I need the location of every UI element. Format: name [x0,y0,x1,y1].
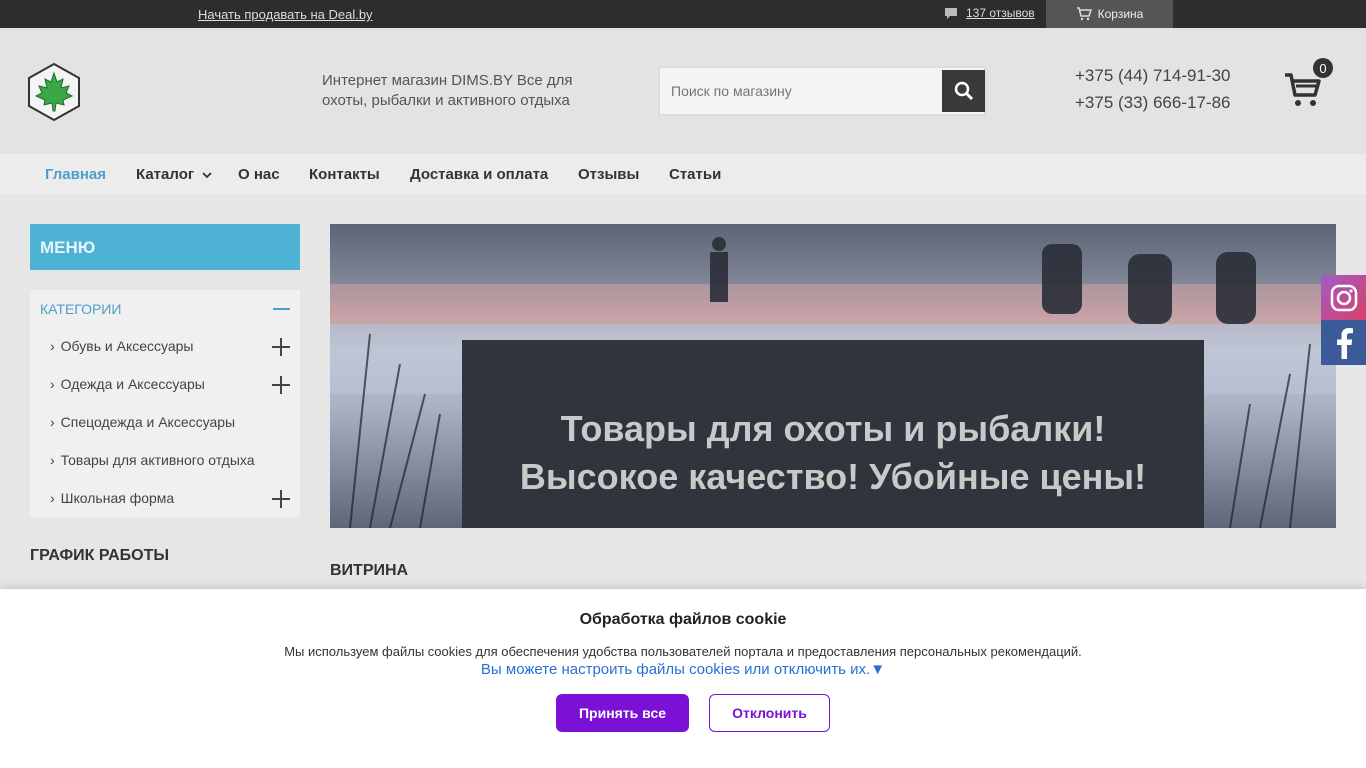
main-nav: Главная Каталог О нас Контакты Доставка … [0,154,1366,194]
comment-icon [945,7,957,19]
banner-subheadline: Высокое качество! Убойные цены! [519,456,1147,497]
categories-title[interactable]: КАТЕГОРИИ [40,301,121,317]
schedule-title: ГРАФИК РАБОТЫ [30,547,170,564]
category-label: Спецодежда и Аксессуары [60,414,236,430]
hero-banner[interactable]: Товары для охоты и рыбалки! Высокое каче… [330,224,1336,528]
search-icon [954,81,973,101]
maple-leaf-logo[interactable] [28,63,80,121]
arrow-icon: › [50,414,55,430]
reviews-link-label: 137 отзывов [966,6,1035,20]
arrow-icon: › [50,338,55,354]
cart-icon [1285,73,1321,106]
category-label: Обувь и Аксессуары [60,338,194,354]
showcase-title: ВИТРИНА [330,562,409,579]
category-item[interactable]: › Спецодежда и Аксессуары [50,414,290,434]
category-label: Одежда и Аксессуары [60,376,205,392]
category-item[interactable]: › Школьная форма [50,490,290,510]
nav-contacts[interactable]: Контакты [309,166,380,183]
facebook-button[interactable] [1321,320,1366,365]
arrow-icon: › [50,452,55,468]
top-bar: Начать продавать на Deal.by 137 отзывов … [0,0,1366,28]
nav-delivery[interactable]: Доставка и оплата [410,166,548,183]
nav-about[interactable]: О нас [238,166,280,183]
menu-header: МЕНЮ [30,224,300,270]
site-header: Интернет магазин DIMS.BY Все для охоты, … [0,28,1366,154]
cookie-settings-link[interactable]: Вы можете настроить файлы cookies или от… [0,661,1366,678]
instagram-icon [1330,284,1357,311]
start-selling-link[interactable]: Начать продавать на Deal.by [198,7,373,22]
chevron-down-icon [202,171,212,178]
instagram-button[interactable] [1321,275,1366,320]
nav-reviews[interactable]: Отзывы [578,166,639,183]
cookie-title: Обработка файлов cookie [579,611,787,628]
header-cart[interactable]: 0 [1284,58,1333,112]
facebook-icon [1336,327,1353,359]
category-item[interactable]: › Одежда и Аксессуары [50,376,290,396]
cart-count-badge: 0 [1313,58,1333,78]
top-cart-label: Корзина [1097,7,1144,21]
cookie-banner: Обработка файлов cookie Мы используем фа… [0,589,1366,768]
phone-numbers: +375 (44) 714-91-30 +375 (33) 666-17-86 [1075,62,1230,116]
arrow-icon: › [50,376,55,392]
expand-icon[interactable] [272,490,290,508]
nav-catalog[interactable]: Каталог [136,166,212,183]
arrow-icon: › [50,490,55,506]
category-item[interactable]: › Обувь и Аксессуары [50,338,290,358]
category-label: Школьная форма [60,490,175,506]
top-cart-button[interactable]: Корзина [1046,0,1173,28]
cookie-text: Мы используем файлы cookies для обеспече… [284,644,1082,659]
banner-headline: Товары для охоты и рыбалки! [560,408,1106,449]
search-box [658,66,986,116]
search-input[interactable] [660,68,942,114]
collapse-icon[interactable] [273,308,290,310]
nav-articles[interactable]: Статьи [669,166,721,183]
decline-button[interactable]: Отклонить [709,694,830,732]
nav-catalog-label: Каталог [136,166,195,183]
phone-1[interactable]: +375 (44) 714-91-30 [1075,62,1230,89]
cart-icon [1076,7,1092,21]
store-tagline: Интернет магазин DIMS.BY Все для охоты, … [322,72,573,109]
expand-icon[interactable] [272,376,290,394]
nav-home[interactable]: Главная [45,166,106,183]
categories-panel: КАТЕГОРИИ › Обувь и Аксессуары › Одежда и … [30,290,300,517]
search-button[interactable] [942,70,985,112]
category-label: Товары для активного отдыха [60,452,255,468]
reviews-link[interactable]: 137 отзывов [944,6,1035,20]
accept-all-button[interactable]: Принять все [556,694,689,732]
phone-2[interactable]: +375 (33) 666-17-86 [1075,89,1230,116]
category-item[interactable]: › Товары для активного отдыха [50,452,290,472]
expand-icon[interactable] [272,338,290,356]
